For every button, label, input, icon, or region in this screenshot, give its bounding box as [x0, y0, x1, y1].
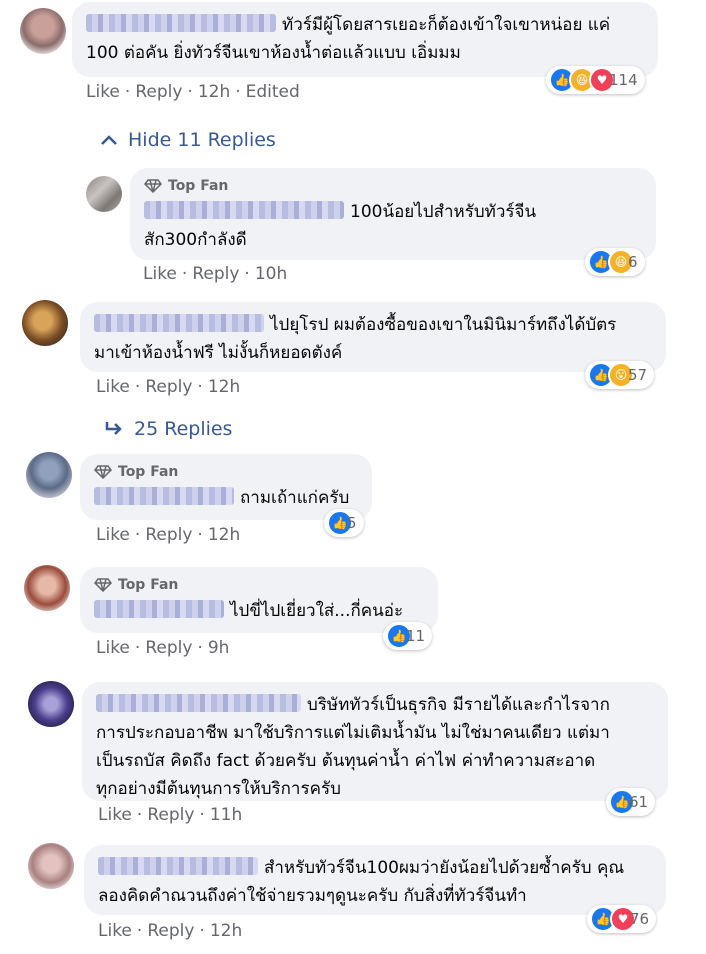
- reply-link[interactable]: Reply: [145, 638, 192, 658]
- comment-actions: Like · Reply · 9h: [96, 638, 230, 658]
- comment-bubble: ไปยุโรป ผมต้องซื้อของเขาในมินิมาร์ทถึงได…: [80, 302, 666, 372]
- chevron-up-icon: [101, 135, 117, 145]
- timestamp[interactable]: 9h: [208, 638, 230, 658]
- reaction-summary[interactable]: 👍 😆 ♥ 114: [546, 66, 645, 94]
- timestamp[interactable]: 12h: [210, 921, 242, 941]
- comment-actions: Like · Reply · 12h: [96, 377, 241, 397]
- reply-link[interactable]: Reply: [145, 377, 192, 397]
- reply-link[interactable]: Reply: [147, 921, 194, 941]
- reaction-summary[interactable]: 👍 11: [383, 622, 433, 650]
- timestamp[interactable]: 12h: [208, 377, 240, 397]
- reaction-count: 57: [628, 366, 648, 384]
- avatar[interactable]: [24, 565, 70, 611]
- reaction-summary[interactable]: 👍 61: [606, 788, 656, 816]
- commenter-name-blurred[interactable]: [94, 487, 234, 505]
- comment-actions: Like · Reply · 12h · Edited: [86, 82, 300, 102]
- top-fan-badge: Top Fan: [94, 463, 358, 481]
- commenter-name-blurred[interactable]: [94, 600, 224, 618]
- comment-actions: Like · Reply · 12h: [98, 921, 243, 941]
- like-link[interactable]: Like: [96, 377, 130, 397]
- like-link[interactable]: Like: [98, 805, 132, 825]
- comment-bubble: Top Fan ถามเถ้าแก่ครับ: [80, 454, 372, 520]
- comment-text: สำหรับทัวร์จีน100ผมว่ายังน้อยไปด้วยซ้ำคร…: [98, 857, 625, 906]
- hide-replies-label: Hide 11 Replies: [128, 129, 276, 151]
- avatar[interactable]: [26, 452, 72, 498]
- comment-text: ทัวร์มีผู้โดยสารเยอะก็ต้องเข้าใจเขาหน่อย…: [86, 14, 611, 63]
- like-link[interactable]: Like: [143, 264, 177, 284]
- timestamp[interactable]: 10h: [255, 264, 287, 284]
- like-link[interactable]: Like: [96, 525, 130, 545]
- reaction-count: 61: [629, 793, 649, 811]
- like-link[interactable]: Like: [86, 82, 120, 102]
- comment-actions: Like · Reply · 10h: [143, 264, 288, 284]
- reply-link[interactable]: Reply: [135, 82, 182, 102]
- avatar[interactable]: [22, 300, 68, 346]
- avatar[interactable]: [86, 176, 122, 212]
- diamond-icon: [94, 578, 112, 592]
- reaction-count: 114: [609, 71, 638, 89]
- timestamp[interactable]: 11h: [210, 805, 242, 825]
- reply-arrow-icon: [105, 422, 122, 435]
- reaction-summary[interactable]: 👍 😮 57: [585, 361, 655, 389]
- diamond-icon: [94, 465, 112, 479]
- reaction-count: 5: [347, 514, 357, 532]
- reaction-summary[interactable]: 👍 ♥ 76: [587, 905, 657, 933]
- comment-bubble: Top Fan ไปขี่ไปเยี่ยวใส่...กี่คนอ่ะ: [80, 567, 438, 633]
- comment-text: ไปยุโรป ผมต้องซื้อของเขาในมินิมาร์ทถึงได…: [94, 314, 617, 363]
- comment-bubble: สำหรับทัวร์จีน100ผมว่ายังน้อยไปด้วยซ้ำคร…: [84, 845, 666, 915]
- view-replies-link[interactable]: 25 Replies: [104, 418, 232, 440]
- avatar[interactable]: [28, 843, 74, 889]
- comment-text: ไปขี่ไปเยี่ยวใส่...กี่คนอ่ะ: [94, 597, 424, 625]
- comment-text: 100น้อยไปสำหรับทัวร์จีน สัก300กำลังดี: [144, 201, 537, 250]
- like-link[interactable]: Like: [98, 921, 132, 941]
- reply-bubble: Top Fan 100น้อยไปสำหรับทัวร์จีน สัก300กำ…: [130, 168, 656, 260]
- reply-link[interactable]: Reply: [145, 525, 192, 545]
- reaction-count: 11: [406, 627, 426, 645]
- comment-bubble: บริษัททัวร์เป็นธุรกิจ มีรายได้และกำไรจาก…: [82, 682, 668, 801]
- commenter-name-blurred[interactable]: [98, 857, 258, 875]
- reaction-count: 6: [628, 253, 638, 271]
- like-link[interactable]: Like: [96, 638, 130, 658]
- avatar[interactable]: [20, 8, 66, 54]
- comment-text: บริษัททัวร์เป็นธุรกิจ มีรายได้และกำไรจาก…: [96, 694, 610, 799]
- reply-link[interactable]: Reply: [192, 264, 239, 284]
- top-fan-badge: Top Fan: [94, 576, 424, 594]
- reaction-summary[interactable]: 👍 😆 6: [585, 248, 645, 276]
- comment-actions: Like · Reply · 12h: [96, 525, 241, 545]
- top-fan-badge: Top Fan: [144, 177, 642, 195]
- reply-link[interactable]: Reply: [147, 805, 194, 825]
- edited-label: Edited: [245, 82, 300, 102]
- commenter-name-blurred[interactable]: [94, 314, 264, 332]
- comment-text: ถามเถ้าแก่ครับ: [94, 484, 358, 512]
- avatar[interactable]: [28, 681, 74, 727]
- commenter-name-blurred[interactable]: [96, 694, 301, 712]
- diamond-icon: [144, 179, 162, 193]
- commenter-name-blurred[interactable]: [144, 201, 344, 219]
- reaction-count: 76: [630, 910, 650, 928]
- reaction-summary[interactable]: 👍 5: [324, 509, 364, 537]
- timestamp[interactable]: 12h: [198, 82, 230, 102]
- view-replies-label: 25 Replies: [134, 418, 233, 440]
- timestamp[interactable]: 12h: [208, 525, 240, 545]
- hide-replies-link[interactable]: Hide 11 Replies: [100, 129, 276, 151]
- commenter-name-blurred[interactable]: [86, 14, 276, 32]
- comment-actions: Like · Reply · 11h: [98, 805, 243, 825]
